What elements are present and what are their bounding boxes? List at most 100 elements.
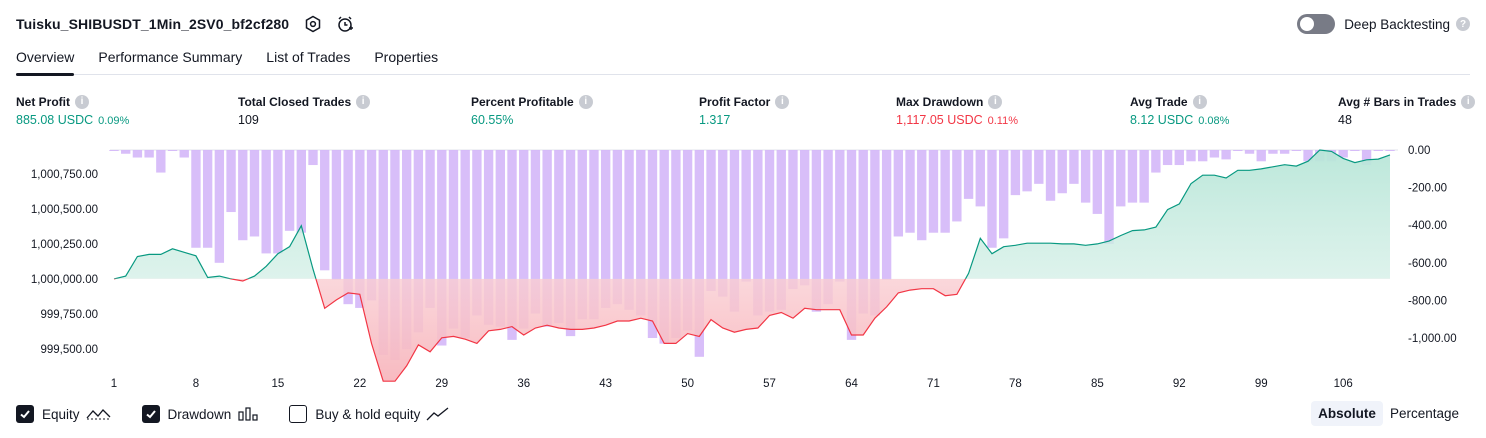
drawdown-bar [121,150,131,154]
legend-buy-hold[interactable]: Buy & hold equity [289,405,450,423]
drawdown-bar [1291,150,1302,151]
drawdown-bar [1151,150,1161,173]
metric-profit-factor: Profit Factor i 1.317 [699,93,790,127]
chart-legend: Equity Drawdown Buy & hold equity [16,403,480,425]
drawdown-bar [1034,150,1044,184]
drawdown-bar [296,150,306,233]
metric-value: 1.317 [699,113,731,127]
right-tick-label: -800.00 [1408,295,1447,307]
drawdown-bar [1116,150,1126,207]
metric-avg-bars-in-trades: Avg # Bars in Trades i 48 [1338,93,1476,127]
drawdown-bar [132,150,143,158]
info-icon[interactable]: i [578,94,593,109]
drawdown-bar [799,150,810,286]
left-tick-label: 999,750.00 [40,309,98,321]
metric-max-drawdown: Max Drawdown i 1,117.05 USDC 0.11% [896,93,1018,127]
drawdown-bar [1256,150,1266,162]
tab-overview[interactable]: Overview [16,44,75,76]
drawdown-bar [284,150,295,231]
drawdown-bar [308,150,318,166]
tab-list-of-trades[interactable]: List of Trades [266,44,350,75]
drawdown-bar [261,150,271,254]
help-icon[interactable]: ? [1456,17,1470,31]
legend-drawdown[interactable]: Drawdown [141,405,260,423]
drawdown-bar [1373,150,1383,151]
settings-icon[interactable] [303,14,323,34]
drawdown-bar [928,150,939,233]
drawdown-bar [741,150,751,282]
x-tick-label: 29 [435,378,448,390]
deep-backtesting-toggle[interactable] [1297,14,1336,34]
legend-equity[interactable]: Equity [16,405,112,423]
drawdown-bar [1350,150,1360,151]
metric-percent-profitable: Percent Profitable i 60.55% [471,93,593,127]
drawdown-bar [214,150,225,263]
drawdown-checkbox[interactable] [141,405,160,423]
drawdown-bar [1174,150,1184,166]
metric-label: Profit Factor [699,94,771,109]
metric-label: Percent Profitable [471,94,574,109]
absolute-button[interactable]: Absolute [1311,401,1383,426]
right-tick-label: 0.00 [1408,145,1430,157]
drawdown-bar [1233,150,1243,151]
metric-total-closed-trades: Total Closed Trades i 109 [238,93,371,127]
x-tick-label: 43 [599,378,612,390]
drawdown-bar [191,150,201,248]
drawdown-bar [366,150,377,301]
drawdown-bar [238,150,248,241]
metric-avg-trade: Avg Trade i 8.12 USDC 0.08% [1130,93,1229,127]
deep-backtesting: Deep Backtesting ? [1297,12,1470,36]
drawdown-bar [1198,150,1208,162]
drawdown-bar [706,150,716,292]
metric-label: Net Profit [16,94,70,109]
tab-properties[interactable]: Properties [374,44,438,75]
drawdown-bar [167,150,178,151]
info-icon[interactable]: i [988,94,1003,109]
info-icon[interactable]: i [356,94,371,109]
buy-hold-label: Buy & hold equity [315,406,421,422]
tab-performance-summary[interactable]: Performance Summary [98,44,242,75]
x-tick-label: 50 [681,378,694,390]
drawdown-bar [893,150,904,237]
drawdown-bar [975,150,985,207]
drawdown-bar [1022,150,1032,192]
percentage-button[interactable]: Percentage [1383,401,1466,426]
drawdown-bar [331,150,342,280]
info-icon[interactable]: i [775,94,790,109]
drawdown-bar [718,150,728,297]
left-tick-label: 1,000,250.00 [31,239,98,251]
drawdown-bar [1127,150,1138,203]
drawdown-bar [905,150,915,233]
right-tick-label: -400.00 [1408,220,1447,232]
drawdown-bar [963,150,974,199]
drawdown-bar [1385,150,1395,151]
drawdown-bar [952,150,962,222]
buy-hold-checkbox[interactable] [289,405,308,423]
info-icon[interactable]: i [1461,94,1476,109]
deep-backtesting-label: Deep Backtesting [1344,16,1450,32]
display-mode: Absolute Percentage [1311,401,1466,426]
strategy-header: Tuisku_SHIBUSDT_1Min_2SV0_bf2cf280 [16,12,355,36]
metric-label: Max Drawdown [896,94,984,109]
x-axis: 1 8 15 22 29 36 43 50 57 64 71 78 85 92 99 106 [111,378,1353,390]
x-tick-label: 71 [927,378,940,390]
equity-checkbox[interactable] [16,405,34,423]
left-tick-label: 999,500.00 [40,344,98,356]
drawdown-label: Drawdown [167,406,232,422]
drawdown-bar [202,150,213,248]
info-icon[interactable]: i [1192,94,1207,109]
add-alert-icon[interactable] [335,14,355,34]
drawdown-bar [1186,150,1196,162]
drawdown-bar [109,150,119,151]
drawdown-bar [999,150,1009,239]
x-tick-label: 99 [1255,378,1268,390]
right-tick-label: -1,000.00 [1408,333,1457,345]
drawdown-bar [1069,150,1079,184]
drawdown-bar [1080,150,1091,203]
drawdown-bar [1057,150,1067,194]
info-icon[interactable]: i [75,94,89,109]
x-tick-label: 92 [1173,378,1186,390]
drawdown-bar [179,150,189,158]
drawdown-bar [320,150,330,271]
x-tick-label: 106 [1334,378,1353,390]
